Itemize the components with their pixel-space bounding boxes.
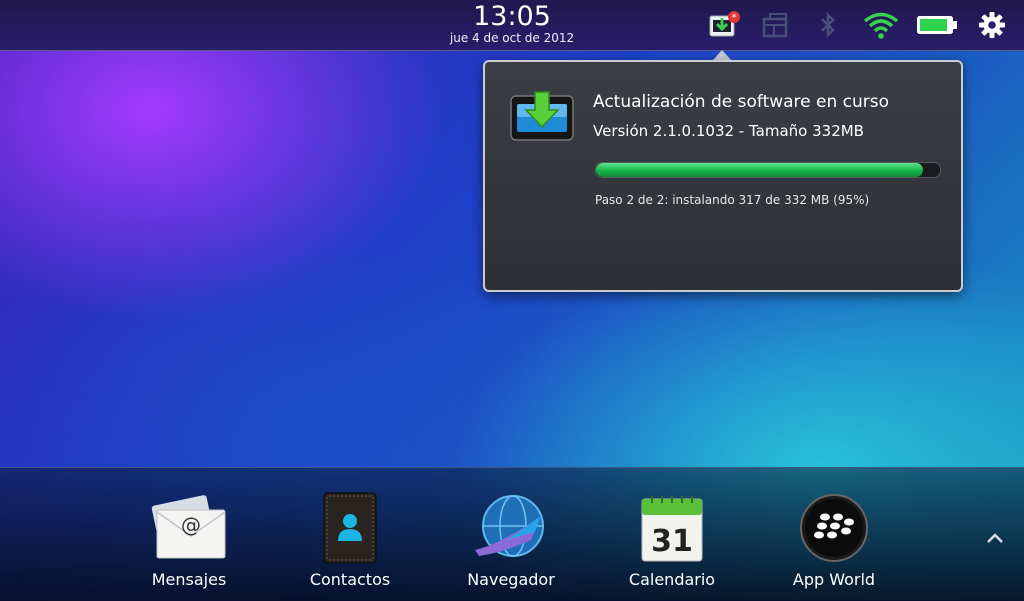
software-update-popup[interactable]: Actualización de software en curso Versi… bbox=[483, 60, 963, 292]
popup-version-info: Versión 2.1.0.1032 - Tamaño 332MB bbox=[593, 122, 864, 140]
popup-title: Actualización de software en curso bbox=[593, 92, 890, 112]
blackberry-logo-icon bbox=[794, 488, 874, 568]
battery-icon[interactable] bbox=[915, 8, 959, 42]
clock[interactable]: 13:05 bbox=[446, 2, 578, 32]
app-label: Contactos bbox=[309, 570, 391, 589]
app-label: Calendario bbox=[628, 570, 716, 589]
browser-globe-icon bbox=[471, 488, 551, 568]
app-navegador[interactable]: Navegador bbox=[441, 488, 581, 589]
status-bar: 13:05 jue 4 de oct de 2012 * bbox=[0, 0, 1024, 51]
popup-step-text: Paso 2 de 2: instalando 317 de 332 MB (9… bbox=[595, 193, 870, 207]
calendar-icon: 31 bbox=[632, 488, 712, 568]
mail-envelope-icon: @ bbox=[149, 488, 229, 568]
calendar-day: 31 bbox=[651, 524, 693, 559]
app-label: App World bbox=[792, 570, 876, 589]
update-progress-fill bbox=[596, 163, 923, 177]
settings-gear-icon[interactable] bbox=[976, 8, 1008, 42]
bluetooth-icon[interactable] bbox=[814, 8, 842, 42]
app-mensajes[interactable]: @ Mensajes bbox=[119, 488, 259, 589]
contacts-book-icon bbox=[310, 488, 390, 568]
update-progress-bar bbox=[595, 162, 941, 178]
download-notification-icon[interactable]: * bbox=[706, 8, 742, 42]
svg-text:@: @ bbox=[181, 513, 201, 537]
svg-text:*: * bbox=[732, 13, 737, 24]
app-app-world[interactable]: App World bbox=[764, 488, 904, 589]
software-update-icon bbox=[509, 90, 575, 150]
date: jue 4 de oct de 2012 bbox=[449, 31, 575, 45]
app-label: Navegador bbox=[467, 570, 555, 589]
window-switch-icon[interactable] bbox=[758, 8, 792, 42]
app-label: Mensajes bbox=[151, 570, 227, 589]
app-dock: @ Mensajes Contactos Navegador 31 Calend… bbox=[0, 467, 1024, 601]
popup-pointer bbox=[713, 50, 731, 60]
wifi-icon[interactable] bbox=[860, 8, 902, 42]
app-contactos[interactable]: Contactos bbox=[280, 488, 420, 589]
app-calendario[interactable]: 31 Calendario bbox=[602, 488, 742, 589]
chevron-up-icon[interactable] bbox=[986, 528, 1004, 549]
